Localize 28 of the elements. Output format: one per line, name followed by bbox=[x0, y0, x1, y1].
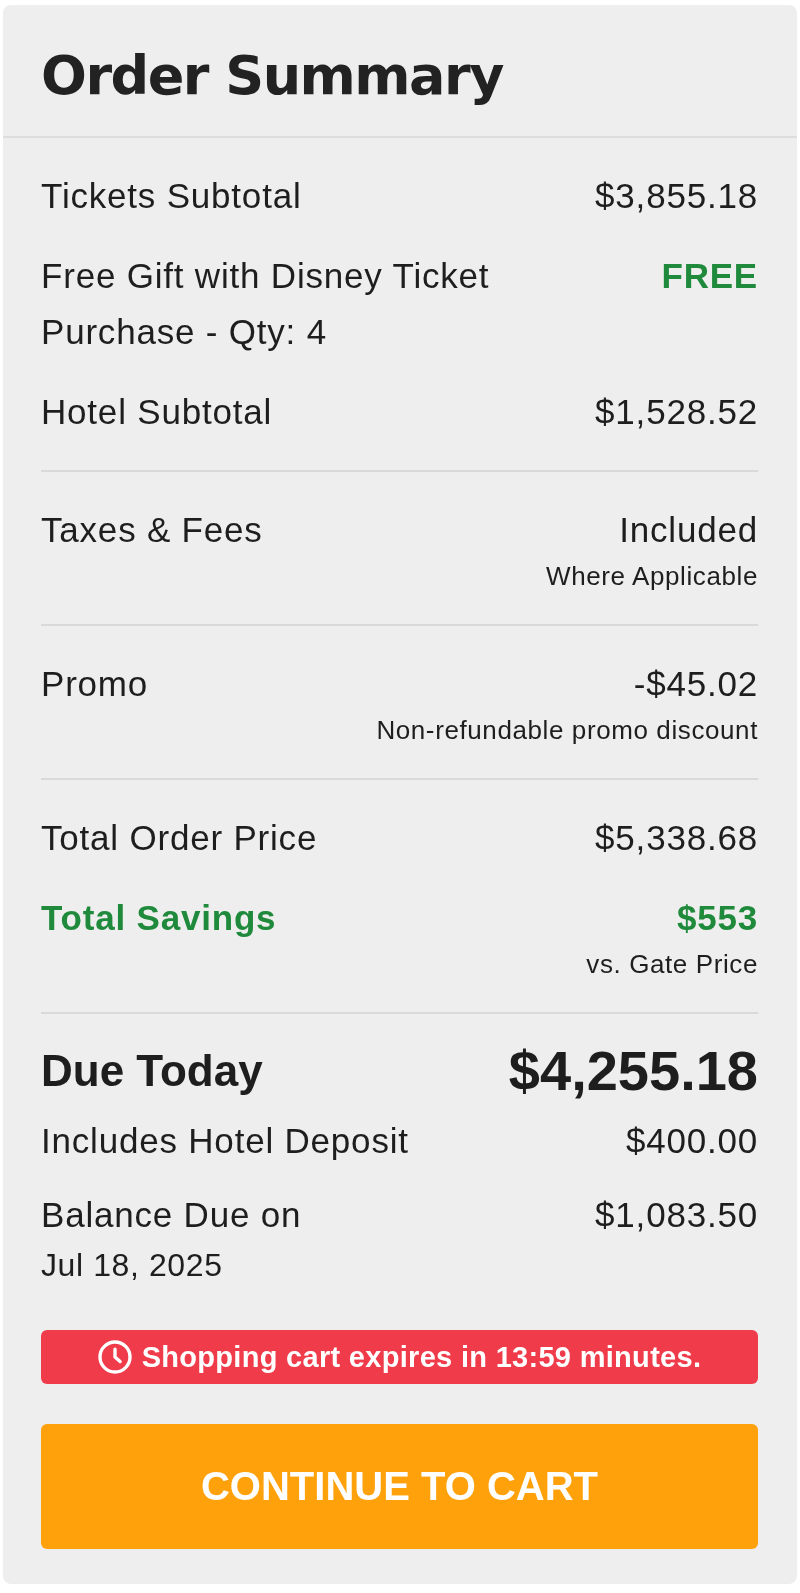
line-item-label: Free Gift with Disney Ticket Purchase - Qty: 4 bbox=[41, 255, 491, 353]
amount-note: vs. Gate Price bbox=[586, 948, 758, 981]
line-item-amount: $400.00 bbox=[625, 1120, 758, 1162]
line-item-amount: $5,338.68 bbox=[595, 817, 758, 859]
line-item-label: Includes Hotel Deposit bbox=[41, 1120, 409, 1162]
line-item-label: Taxes & Fees bbox=[41, 509, 263, 551]
due-today-amount: $4,255.18 bbox=[508, 1039, 758, 1103]
line-item-label: Hotel Subtotal bbox=[41, 391, 273, 433]
line-item-amount: Included bbox=[619, 509, 758, 551]
line-item-label: Promo bbox=[41, 663, 149, 705]
line-item-label: Tickets Subtotal bbox=[41, 175, 302, 217]
panel-title: Order Summary bbox=[41, 43, 505, 108]
amount-note: Non-refundable promo discount bbox=[376, 714, 758, 747]
line-item-amount: $1,528.52 bbox=[595, 391, 758, 433]
line-item-amount: -$45.02 bbox=[633, 663, 758, 705]
amount-note: Where Applicable bbox=[546, 560, 758, 593]
line-item-amount: $3,855.18 bbox=[595, 175, 758, 217]
line-item-label: Total Savings bbox=[41, 897, 277, 939]
due-date: Jul 18, 2025 bbox=[41, 1246, 223, 1285]
line-item-amount: $1,083.50 bbox=[595, 1194, 758, 1236]
line-item-label: Total Order Price bbox=[41, 817, 318, 859]
due-today-label: Due Today bbox=[41, 1045, 263, 1097]
line-item-amount: FREE bbox=[661, 255, 758, 297]
line-item-label: Balance Due on bbox=[41, 1194, 302, 1236]
continue-button[interactable]: CONTINUE TO CART bbox=[41, 1424, 758, 1549]
line-item-amount: $553 bbox=[676, 897, 758, 939]
clock-icon bbox=[97, 1340, 132, 1374]
expiry-message: Shopping cart expires in 13:59 minutes. bbox=[141, 1340, 702, 1374]
